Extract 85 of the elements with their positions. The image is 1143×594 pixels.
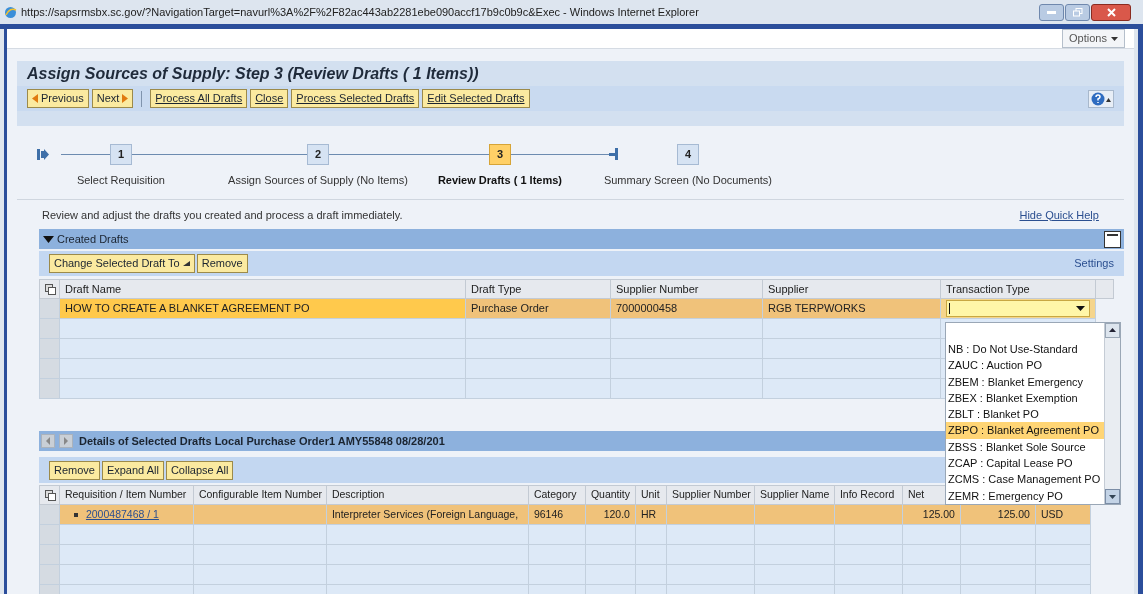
column-header: Info Record: [834, 485, 903, 505]
row-selector[interactable]: [39, 378, 60, 399]
row-selector[interactable]: [39, 544, 60, 565]
scroll-down-icon: [1105, 489, 1120, 504]
column-header: Quantity: [585, 485, 636, 505]
step-number[interactable]: 2: [306, 144, 329, 165]
dropdown-option[interactable]: ZAUC : Auction PO: [946, 357, 1104, 374]
roadmap-end-icon: [608, 148, 618, 160]
transaction-type-field[interactable]: [945, 300, 1090, 317]
item-number-link[interactable]: 2000487468 / 1: [85, 506, 159, 523]
step-number[interactable]: 4: [676, 144, 699, 165]
column-header: Supplier Number: [610, 279, 763, 299]
toolbar-button[interactable]: Remove: [48, 460, 100, 480]
restore-icon: [1072, 7, 1083, 17]
selector-header[interactable]: [39, 279, 60, 299]
right-arrow-icon: [122, 94, 129, 103]
next-button[interactable]: Next: [91, 89, 134, 108]
column-header: Supplier: [762, 279, 941, 299]
caret-icon: [1110, 36, 1118, 41]
bullet-icon: [73, 512, 78, 517]
row-selector[interactable]: [39, 524, 60, 545]
select-all-icon: [44, 489, 56, 501]
dropdown-option[interactable]: ZBEM : Blanket Emergency: [946, 373, 1104, 390]
close-icon: [1106, 7, 1116, 17]
dropdown-option[interactable]: ZBLT : Blanket PO: [946, 406, 1104, 423]
previous-button[interactable]: Previous: [26, 89, 89, 108]
left-arrow-icon: [31, 94, 38, 103]
column-header: Transaction Type: [940, 279, 1096, 299]
dropdown-option[interactable]: ZBPO : Blanket Agreement PO: [946, 422, 1104, 439]
window-title: https://sapsrmsbx.sc.gov/?NavigationTarget=navurl%3A%2F%2F82ac443ab2281ebe090accf17b9c0b9c&Exec - Windows Internet Explorer: [21, 4, 700, 20]
toolbar-button[interactable]: Remove: [196, 254, 248, 273]
row-selector[interactable]: [39, 564, 60, 585]
column-header: Draft Name: [59, 279, 466, 299]
select-all-icon: [44, 283, 56, 295]
toolbar-button[interactable]: Collapse All: [165, 460, 234, 480]
column-header: Category: [528, 485, 586, 505]
details-title: Details of Selected Drafts Local Purchase Order1 AMY55848 08/28/201: [78, 433, 445, 449]
column-header: Draft Type: [465, 279, 611, 299]
row-selector[interactable]: [39, 338, 60, 359]
help-icon: [1090, 91, 1111, 106]
toolbar-button[interactable]: Close: [250, 89, 289, 108]
close-button[interactable]: [1091, 3, 1131, 21]
page-title: Assign Sources of Supply: Step 3 (Review Drafts ( 1 Items)): [25, 63, 480, 84]
toolbar-button[interactable]: Process Selected Drafts: [291, 89, 420, 108]
column-header: Supplier Number: [666, 485, 755, 505]
step-label: Summary Screen (No Documents): [603, 173, 772, 188]
minimize-panel-icon: [1103, 230, 1121, 248]
step-number[interactable]: 3: [488, 144, 511, 165]
collapse-toggle[interactable]: Created Drafts: [42, 230, 129, 248]
step-number[interactable]: 1: [109, 144, 132, 165]
hide-quick-help-link[interactable]: Hide Quick Help: [1019, 206, 1099, 223]
minimize-button[interactable]: [1039, 3, 1064, 21]
dropdown-option[interactable]: ZBEX : Blanket Exemption: [946, 389, 1104, 407]
row-selector[interactable]: [39, 318, 60, 339]
restore-button[interactable]: [1065, 3, 1090, 21]
quick-help-text: Review and adjust the drafts you created and process a draft immediately.: [41, 207, 403, 223]
column-header: Requisition / Item Number: [59, 485, 194, 505]
toolbar-button[interactable]: Process All Drafts: [150, 89, 248, 108]
table-cell: HOW TO CREATE A BLANKET AGREEMENT PO: [59, 298, 466, 319]
dropdown-option[interactable]: ZBSS : Blanket Sole Source: [946, 438, 1104, 456]
dropdown-option[interactable]: ZCAP : Capital Lease PO: [946, 455, 1104, 472]
caret-icon: [182, 261, 190, 266]
minimize-icon: [1047, 10, 1056, 14]
menu-button[interactable]: Change Selected Draft To: [48, 254, 195, 273]
column-header: Supplier Name: [754, 485, 835, 505]
browser-logo-icon: [4, 5, 17, 19]
column-header: Configurable Item Number: [193, 485, 327, 505]
dropdown-scrollbar[interactable]: [1104, 323, 1120, 504]
column-header: Unit: [635, 485, 667, 505]
toolbar-button[interactable]: Expand All: [101, 460, 164, 480]
settings-link[interactable]: Settings: [1074, 255, 1114, 272]
row-selector[interactable]: [39, 358, 60, 379]
selector-header[interactable]: [39, 485, 60, 505]
step-label: Review Drafts ( 1 Items): [437, 173, 562, 188]
roadmap-start-icon: [36, 149, 49, 160]
dropdown-arrow-icon: [1075, 306, 1085, 311]
step-label: Select Requisition: [76, 173, 165, 188]
help-button[interactable]: [1087, 89, 1114, 108]
column-header: Description: [326, 485, 529, 505]
options-button[interactable]: Options: [1062, 29, 1125, 48]
toolbar-button[interactable]: Edit Selected Drafts: [422, 89, 530, 108]
collapse-triangle-icon: [42, 235, 54, 243]
step-label: Assign Sources of Supply (No Items): [228, 173, 408, 188]
dropdown-option[interactable]: ZCMS : Case Management PO: [946, 471, 1104, 488]
dropdown-option[interactable]: NB : Do Not Use-Standard: [946, 341, 1104, 358]
